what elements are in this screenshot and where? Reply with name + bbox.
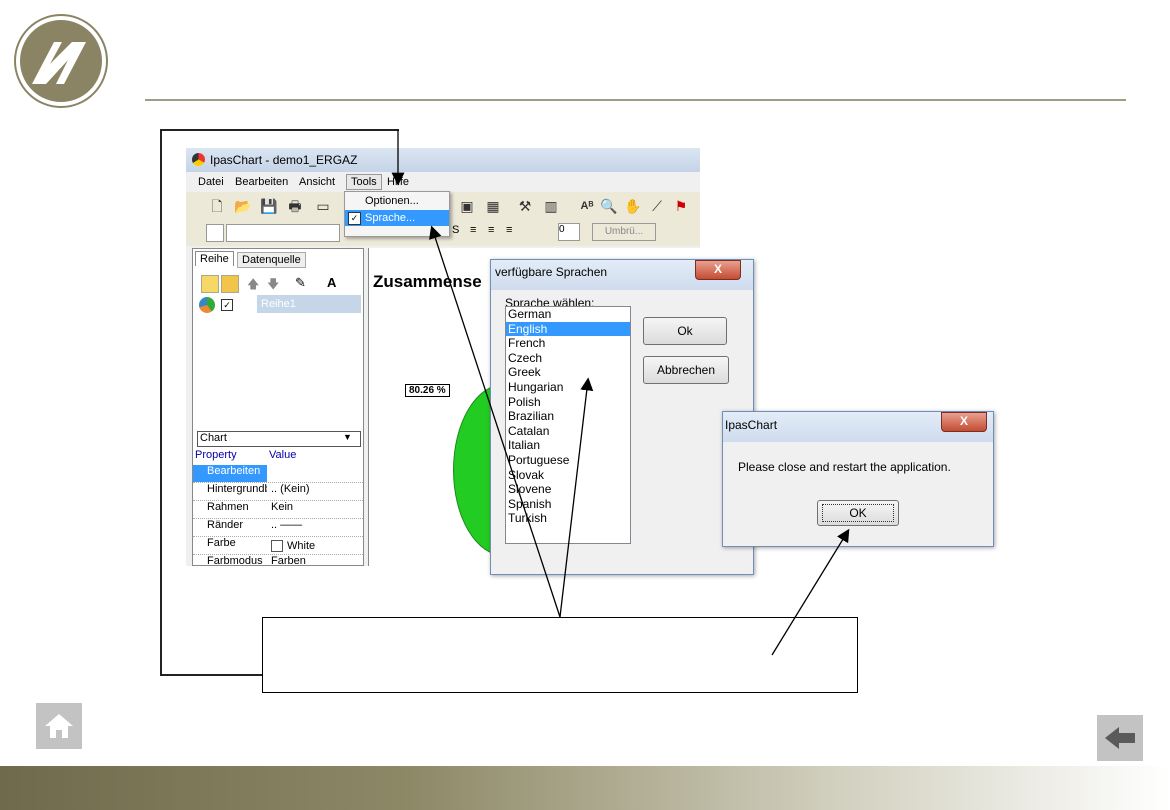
back-arrow-icon [1105,727,1135,749]
home-icon [45,714,73,738]
back-button[interactable] [1097,715,1143,761]
home-button[interactable] [36,703,82,749]
annotation-arrows [391,130,850,656]
footer-bar [0,766,1170,810]
